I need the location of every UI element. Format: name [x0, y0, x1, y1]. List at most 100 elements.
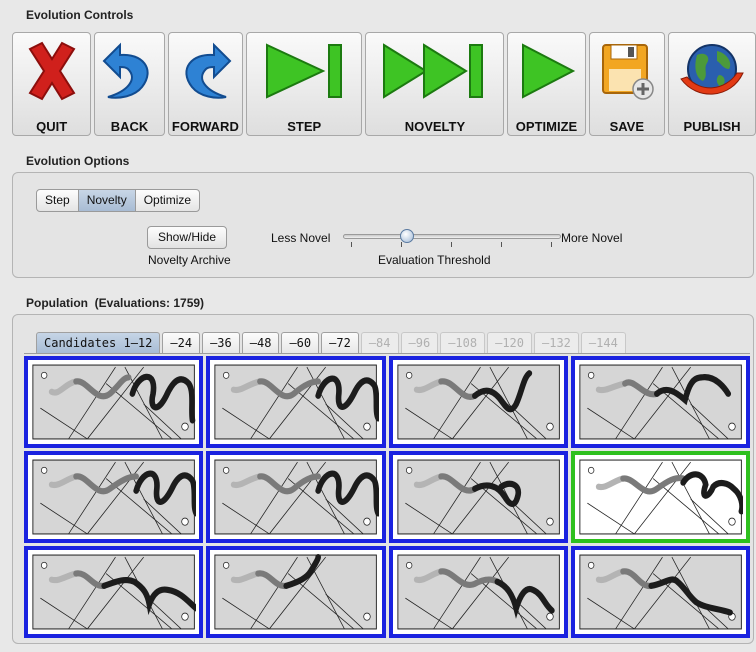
level-thumbnail	[214, 554, 378, 630]
novelty-archive-label: Novelty Archive	[148, 253, 231, 267]
goal-marker	[363, 612, 371, 621]
level-thumbnail	[32, 554, 197, 630]
goal-marker	[181, 612, 189, 621]
candidate-cell[interactable]	[24, 451, 204, 543]
level-frame	[579, 554, 742, 630]
candidate-cell[interactable]	[206, 451, 386, 543]
candidate-cell[interactable]	[570, 546, 750, 638]
goal-marker	[363, 517, 371, 526]
tab-divider	[24, 353, 750, 354]
tab-candidates-0[interactable]: Candidates 1–12	[36, 332, 161, 354]
goal-marker	[545, 422, 554, 431]
slider-tick	[401, 242, 402, 247]
forward-button[interactable]: FORWARD	[167, 32, 244, 136]
level-thumbnail	[32, 364, 196, 440]
goal-marker	[181, 517, 189, 526]
start-marker	[405, 466, 412, 474]
step-forward-icon	[266, 43, 343, 99]
tab-candidates-2[interactable]: –36	[202, 332, 240, 354]
candidate-cell[interactable]	[388, 546, 568, 638]
slider-tick	[451, 242, 452, 247]
start-marker	[405, 561, 412, 569]
candidate-cell[interactable]	[570, 451, 750, 543]
mode-optimize-button[interactable]: Optimize	[134, 189, 201, 212]
tab-candidates-10: –132	[534, 332, 579, 354]
candidate-cell[interactable]	[570, 356, 750, 448]
tab-candidates-1[interactable]: –24	[162, 332, 201, 354]
slider-tick	[351, 242, 352, 247]
goal-marker	[728, 422, 736, 431]
optimize-label: OPTIMIZE	[515, 119, 578, 134]
tab-candidates-11: –144	[580, 332, 626, 354]
back-label: BACK	[110, 119, 149, 134]
start-marker	[405, 371, 412, 379]
tab-candidates-3[interactable]: –48	[241, 332, 280, 354]
slider-track	[343, 234, 561, 239]
start-marker	[40, 561, 48, 569]
level-thumbnail	[579, 459, 743, 535]
goal-marker	[545, 517, 554, 526]
candidate-cell[interactable]	[388, 356, 568, 448]
tab-candidates-6: –84	[360, 332, 399, 354]
goal-marker	[728, 517, 736, 526]
start-marker	[587, 466, 595, 474]
candidate-cell[interactable]	[24, 546, 204, 638]
level-frame	[579, 459, 742, 535]
novelty-threshold-slider[interactable]	[343, 227, 561, 253]
forward-label: FORWARD	[171, 119, 239, 134]
tab-candidates-9: –120	[487, 332, 532, 354]
evolution-toolbar: QUIT BACK FORWARD STEP NOVELTY OPTIMIZE	[12, 32, 756, 136]
fast-forward-icon	[382, 43, 483, 99]
play-icon	[521, 43, 575, 99]
level-frame	[396, 364, 560, 440]
tab-candidates-5[interactable]: –72	[321, 332, 359, 354]
novelty-label: NOVELTY	[404, 119, 466, 134]
level-frame	[32, 364, 195, 440]
save-button[interactable]: SAVE	[588, 32, 665, 136]
mode-novelty-button[interactable]: Novelty	[77, 189, 136, 212]
tab-candidates-4[interactable]: –60	[281, 332, 320, 354]
population-label: Population	[26, 296, 88, 310]
level-thumbnail	[396, 364, 560, 440]
candidate-grid	[24, 356, 750, 638]
publish-button[interactable]: PUBLISH	[667, 32, 756, 136]
more-novel-label: More Novel	[561, 231, 623, 245]
step-label: STEP	[287, 119, 322, 134]
tab-candidates-7: –96	[400, 332, 439, 354]
novelty-button[interactable]: NOVELTY	[365, 32, 505, 136]
mode-step-button[interactable]: Step	[36, 189, 79, 212]
goal-marker	[363, 422, 371, 431]
candidate-cell[interactable]	[388, 451, 568, 543]
start-marker	[40, 371, 48, 379]
level-thumbnail	[396, 554, 560, 630]
start-marker	[40, 466, 48, 474]
level-thumbnail	[214, 364, 379, 440]
evolution-options-panel: Step Novelty Optimize Show/Hide Novelty …	[12, 172, 754, 278]
level-thumbnail	[32, 459, 197, 535]
level-frame	[396, 459, 560, 535]
mode-selector: Step Novelty Optimize	[36, 189, 201, 212]
back-button[interactable]: BACK	[94, 32, 165, 136]
evaluations-count: (Evaluations: 1759)	[94, 296, 205, 310]
optimize-button[interactable]: OPTIMIZE	[507, 32, 586, 136]
candidate-cell[interactable]	[24, 356, 204, 448]
quit-button[interactable]: QUIT	[12, 32, 92, 136]
tab-candidates-8: –108	[440, 332, 486, 354]
slider-tick	[501, 242, 502, 247]
start-marker	[223, 466, 230, 474]
quit-label: QUIT	[36, 119, 68, 134]
globe-icon	[680, 44, 744, 95]
publish-label: PUBLISH	[683, 119, 741, 134]
step-button[interactable]: STEP	[246, 32, 363, 136]
floppy-disk-icon	[601, 44, 654, 100]
slider-thumb[interactable]	[400, 229, 415, 243]
evolution-controls-title: Evolution Controls	[26, 8, 134, 22]
level-thumbnail	[579, 364, 742, 440]
candidate-cell[interactable]	[206, 356, 386, 448]
goal-marker	[545, 612, 554, 621]
show-hide-button[interactable]: Show/Hide	[147, 226, 228, 249]
goal-marker	[181, 422, 189, 431]
candidate-cell[interactable]	[206, 546, 386, 638]
level-thumbnail	[579, 554, 742, 630]
start-marker	[223, 561, 230, 569]
